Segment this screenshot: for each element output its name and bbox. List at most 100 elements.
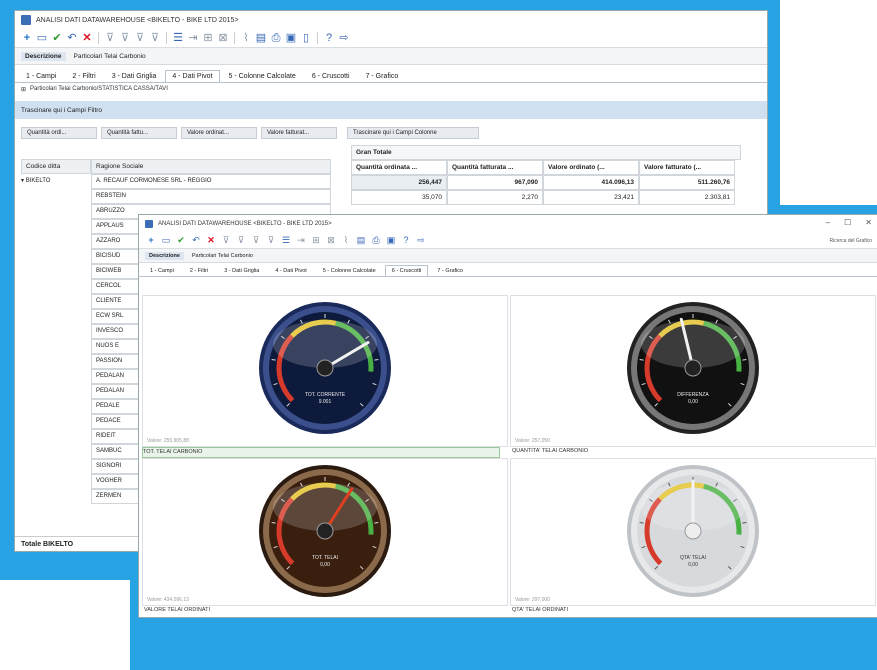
- maximize-icon[interactable]: ☐: [844, 218, 851, 227]
- value-cell[interactable]: 967,090: [447, 175, 543, 190]
- exit-icon[interactable]: ⇨: [338, 32, 350, 44]
- expand-icon[interactable]: ⊞: [202, 32, 214, 44]
- gauge-caption[interactable]: QTA' TELAI ORDINATI: [512, 606, 568, 615]
- tab-cruscotti[interactable]: 6 - Cruscotti: [305, 70, 357, 82]
- exit-icon[interactable]: ⇨: [415, 235, 427, 247]
- column-drop-zone[interactable]: Trascinare qui i Campi Colonne: [347, 127, 479, 139]
- filter-icon[interactable]: ⊽: [104, 32, 116, 44]
- collapse-icon[interactable]: ⊠: [325, 235, 337, 247]
- tab-colonne-calcolate[interactable]: 5 - Colonne Calcolate: [316, 265, 383, 276]
- gauge-tick: [639, 522, 644, 524]
- gauge-label: QTA' TELAI: [680, 555, 706, 561]
- value-cell[interactable]: 35,070: [351, 190, 447, 205]
- delete-icon[interactable]: ✕: [81, 32, 93, 44]
- tab-dati-griglia[interactable]: 3 - Dati Griglia: [217, 265, 266, 276]
- tab-cruscotti[interactable]: 6 - Cruscotti: [384, 265, 429, 276]
- export-icon[interactable]: ⇥: [187, 32, 199, 44]
- tab-dati-griglia[interactable]: 3 - Dati Griglia: [105, 70, 164, 82]
- tab-colonne-calcolate[interactable]: 5 - Colonne Calcolate: [222, 70, 303, 82]
- table-row: 35,070 2,270 23,421 2.303,81: [351, 190, 767, 205]
- window-title: ANALISI DATI DATAWAREHOUSE <BIKELTO - BI…: [158, 221, 332, 227]
- list-icon[interactable]: ☰: [280, 235, 292, 247]
- speedometer-gauge[interactable]: DIFFERENZA0,00: [511, 296, 875, 446]
- folder-icon[interactable]: ▭: [36, 32, 48, 44]
- tab-campi[interactable]: 1 - Campi: [143, 265, 181, 276]
- filter-icon[interactable]: ⊽: [220, 235, 232, 247]
- speedometer-gauge[interactable]: TOT. CORRENTE9.001: [143, 296, 507, 446]
- delete-icon[interactable]: ✕: [205, 235, 217, 247]
- expand-arrow-icon[interactable]: ▾: [21, 178, 24, 184]
- description-value[interactable]: Particolari Telai Carbonio: [192, 253, 253, 259]
- filter-add-icon[interactable]: ⊽: [119, 32, 131, 44]
- help-icon[interactable]: ?: [323, 32, 335, 44]
- print-icon[interactable]: ⎙: [370, 235, 382, 247]
- undo-icon[interactable]: ↶: [190, 235, 202, 247]
- expand-icon[interactable]: ⊞: [310, 235, 322, 247]
- save-icon[interactable]: ▣: [385, 235, 397, 247]
- export-icon[interactable]: ⇥: [295, 235, 307, 247]
- list-item[interactable]: A. RECAUF CORMONESE SRL - REGGIO: [91, 174, 331, 189]
- undo-icon[interactable]: ↶: [66, 32, 78, 44]
- gauge-hub: [316, 359, 334, 377]
- toolbar: + ▭ ✔ ↶ ✕ ⊽ ⊽ ⊽ ⊽ ☰ ⇥ ⊞ ⊠ ⌇ ▤ ⎙ ▣ ▯ ? ⇨: [15, 29, 767, 48]
- chart-icon[interactable]: ⌇: [340, 235, 352, 247]
- preview-icon[interactable]: ▤: [255, 32, 267, 44]
- close-icon[interactable]: ✕: [865, 218, 872, 227]
- tab-filtri[interactable]: 2 - Filtri: [65, 70, 102, 82]
- col-header-qta-fatturata[interactable]: Quantità fatturata ...: [447, 160, 543, 175]
- filter-edit-icon[interactable]: ⊽: [250, 235, 262, 247]
- row-header-ragione[interactable]: Ragione Sociale: [91, 159, 331, 174]
- filter-clear-icon[interactable]: ⊽: [265, 235, 277, 247]
- print-icon[interactable]: ⎙: [270, 32, 282, 44]
- value-cell[interactable]: 414.096,13: [543, 175, 639, 190]
- add-icon[interactable]: +: [145, 235, 157, 247]
- value-cell[interactable]: 2,270: [447, 190, 543, 205]
- value-cell[interactable]: 23,421: [543, 190, 639, 205]
- row-header-codice[interactable]: Codice ditta: [21, 159, 91, 174]
- filter-edit-icon[interactable]: ⊽: [134, 32, 146, 44]
- field-chip-valore-ordinato[interactable]: Valore ordinat...: [181, 127, 257, 139]
- field-chip-valore-fatturato[interactable]: Valore fatturat...: [261, 127, 337, 139]
- chart-icon[interactable]: ⌇: [240, 32, 252, 44]
- tab-grafico[interactable]: 7 - Grafico: [430, 265, 470, 276]
- filter-add-icon[interactable]: ⊽: [235, 235, 247, 247]
- field-chip-qta-ordinata[interactable]: Quantità ordi...: [21, 127, 97, 139]
- gauge-caption[interactable]: VALORE TELAI ORDINATI: [144, 606, 210, 615]
- gauge-hub: [684, 522, 702, 540]
- description-value[interactable]: Particolari Telai Carbonio: [74, 53, 146, 60]
- gauge-caption[interactable]: TOT. TELAI CARBONIO: [142, 447, 500, 458]
- confirm-icon[interactable]: ✔: [175, 235, 187, 247]
- confirm-icon[interactable]: ✔: [51, 32, 63, 44]
- tab-filtri[interactable]: 2 - Filtri: [183, 265, 215, 276]
- value-cell[interactable]: 511.260,76: [639, 175, 735, 190]
- value-cell[interactable]: 2.303,81: [639, 190, 735, 205]
- chart-search[interactable]: Ricerca del Grafico: [829, 238, 872, 244]
- help-icon[interactable]: ?: [400, 235, 412, 247]
- tab-dati-pivot[interactable]: 4 - Dati Pivot: [268, 265, 313, 276]
- description-label: Descrizione: [21, 51, 66, 61]
- list-icon[interactable]: ☰: [172, 32, 184, 44]
- speedometer-gauge[interactable]: TOT. TELAI0,00: [143, 459, 507, 605]
- speedometer-gauge[interactable]: QTA' TELAI0,00: [511, 459, 875, 605]
- add-icon[interactable]: +: [21, 32, 33, 44]
- tab-campi[interactable]: 1 - Campi: [19, 70, 63, 82]
- col-header-qta-ordinata[interactable]: Quantità ordinata ...: [351, 160, 447, 175]
- list-item[interactable]: REBSTEIN: [91, 189, 331, 204]
- collapse-icon[interactable]: ⊠: [217, 32, 229, 44]
- filter-clear-icon[interactable]: ⊽: [149, 32, 161, 44]
- folder-icon[interactable]: ▭: [160, 235, 172, 247]
- preview-icon[interactable]: ▤: [355, 235, 367, 247]
- minimize-icon[interactable]: –: [826, 218, 830, 227]
- tab-grafico[interactable]: 7 - Grafico: [359, 70, 406, 82]
- field-chip-qta-fatturata[interactable]: Quantità fattu...: [101, 127, 177, 139]
- value-cell[interactable]: 256,447: [351, 175, 447, 190]
- gauge-tick: [639, 359, 644, 361]
- filter-drop-zone[interactable]: Trascinare qui i Campi Filtro: [15, 101, 767, 119]
- gauge-caption[interactable]: QUANTITA' TELAI CARBONIO: [512, 447, 588, 456]
- document-icon[interactable]: ▯: [300, 32, 312, 44]
- gauge-tick: [742, 359, 747, 361]
- tab-dati-pivot[interactable]: 4 - Dati Pivot: [165, 70, 220, 82]
- col-header-valore-ordinato[interactable]: Valore ordinato (...: [543, 160, 639, 175]
- save-icon[interactable]: ▣: [285, 32, 297, 44]
- col-header-valore-fatturato[interactable]: Valore fatturato (...: [639, 160, 735, 175]
